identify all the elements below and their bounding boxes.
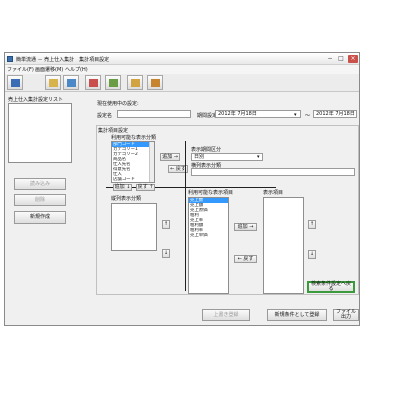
display-period-select[interactable]: 日別 xyxy=(191,153,263,161)
app-window: 簡単流通 － 売上仕入集計 集計項目設定 − □ × ファイル(F) 画面遷移(… xyxy=(4,52,360,326)
app-icon xyxy=(7,56,13,62)
load-button[interactable]: 読み込み xyxy=(14,178,66,190)
add-down-button[interactable]: 追加 ↓ xyxy=(113,184,132,191)
list-item[interactable]: 店舗コード xyxy=(112,177,154,182)
back-items-button[interactable]: ← 戻す xyxy=(234,255,257,263)
vertical-up-button[interactable]: ↑ xyxy=(162,220,170,229)
export-button[interactable]: ファイル出力 xyxy=(333,309,359,321)
document-icon xyxy=(49,79,58,87)
toolbar-chart-button[interactable] xyxy=(63,75,79,90)
maximize-button[interactable]: □ xyxy=(336,55,346,63)
title-bar: 簡単流通 － 売上仕入集計 集計項目設定 − □ × xyxy=(5,53,359,65)
gear-icon xyxy=(109,79,118,87)
divider-vertical xyxy=(185,141,186,291)
vertical-display-list[interactable] xyxy=(111,203,157,251)
menu-help[interactable]: ヘルプ(H) xyxy=(65,66,88,73)
save-new-button[interactable]: 新規条件として登録 xyxy=(267,309,327,321)
toolbar-report-button[interactable] xyxy=(85,75,101,90)
available-display-list[interactable]: 部門コード カテゴリー1 カテゴリー2 商品名 仕入先名 得意先名 仕入 店舗コ… xyxy=(111,141,155,183)
current-setting-label: 現在使用中の設定: xyxy=(97,101,139,107)
toolbar xyxy=(5,74,359,92)
folder-icon xyxy=(131,79,140,87)
toolbar-flow-button[interactable] xyxy=(147,75,163,90)
available-display-label: 利用可能な表示分類 xyxy=(111,135,157,141)
period-label: 期間設定 xyxy=(197,113,218,119)
display-period-dropdown-icon[interactable]: ▾ xyxy=(257,154,260,160)
config-group-title: 集計項目設定 xyxy=(98,128,129,134)
date-to-value: 2012年 7月18日 xyxy=(316,111,355,117)
back-to-search-button[interactable]: 検索条件設定へ戻る xyxy=(307,281,355,293)
report-icon xyxy=(89,79,98,87)
toolbar-settings-button[interactable] xyxy=(105,75,121,90)
available-items-label: 利用可能な表示項目 xyxy=(188,190,234,196)
date-from-value: 2012年 7月18日 xyxy=(218,111,257,117)
display-period-value: 日別 xyxy=(194,154,205,160)
display-items-down-button[interactable]: ↓ xyxy=(308,250,316,259)
date-separator: ～ xyxy=(305,113,311,119)
close-button[interactable]: × xyxy=(348,55,358,63)
toolbar-document-button[interactable] xyxy=(45,75,61,90)
menu-bar: ファイル(F) 画面遷移(M) ヘルプ(H) xyxy=(5,65,359,74)
available-items-list[interactable]: 売上数 売上額 売上原価 粗利 売上率 粗利額 粗利率 売上単価 xyxy=(188,197,229,294)
list-scrollbar[interactable] xyxy=(149,142,154,182)
vertical-down-button[interactable]: ↓ xyxy=(162,249,170,258)
setting-name-label: 設定名 xyxy=(97,113,113,119)
minimize-button[interactable]: − xyxy=(325,55,335,63)
display-period-label: 表示期間区分 xyxy=(191,147,222,153)
add-items-button[interactable]: 追加 → xyxy=(234,223,257,231)
horizontal-display-input[interactable] xyxy=(191,168,355,176)
display-items-up-button[interactable]: ↑ xyxy=(308,220,316,229)
flow-icon xyxy=(151,79,160,87)
toolbar-folder-button[interactable] xyxy=(127,75,143,90)
vertical-display-label: 縦列表示分類 xyxy=(111,196,142,202)
settings-list-title: 売上仕入集計設定リスト xyxy=(8,97,64,103)
toolbar-list-button[interactable] xyxy=(7,75,23,90)
menu-file[interactable]: ファイル(F) xyxy=(7,66,34,73)
overwrite-button[interactable]: 上書き登録 xyxy=(202,309,250,321)
menu-screen[interactable]: 画面遷移(M) xyxy=(35,66,63,73)
date-from-input[interactable]: 2012年 7月18日 xyxy=(215,110,301,118)
setting-name-input[interactable] xyxy=(117,110,191,118)
list-icon xyxy=(11,79,20,87)
window-title: 簡単流通 － 売上仕入集計 集計項目設定 xyxy=(16,57,110,63)
settings-list[interactable] xyxy=(8,103,72,163)
back-up-button[interactable]: 戻す ↑ xyxy=(136,184,155,191)
chart-icon xyxy=(67,79,76,87)
display-items-list[interactable] xyxy=(263,197,304,294)
add-horizontal-button[interactable]: 追加 → xyxy=(160,153,180,161)
date-to-input[interactable]: 2012年 7月18日 xyxy=(313,110,357,118)
list-item[interactable]: 売上単価 xyxy=(189,233,228,238)
display-items-label: 表示項目 xyxy=(263,190,284,196)
date-from-dropdown-icon[interactable]: ▾ xyxy=(294,112,297,118)
new-button[interactable]: 新規作成 xyxy=(14,211,66,224)
delete-button[interactable]: 削除 xyxy=(14,194,66,206)
